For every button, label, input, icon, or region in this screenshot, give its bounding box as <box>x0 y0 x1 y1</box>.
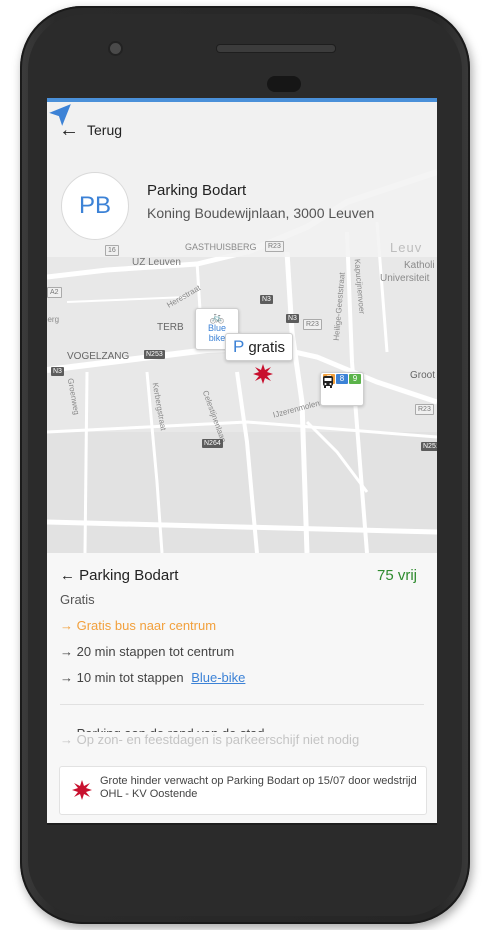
weekdays-text: → Van maandag tot en met zaterdag: <box>60 778 276 793</box>
info-title[interactable]: ← Parking Bodart <box>60 567 178 584</box>
bike-marker-line1: Blue <box>207 323 226 333</box>
map-label-leuven: Leuv <box>390 240 423 255</box>
app-screen: Leuv GASTHUISBERG UZ Leuven Herestraat K… <box>47 98 437 823</box>
free-bus-highlight: → Gratis bus naar centrum <box>60 618 217 633</box>
road-shield-n3-mid: N3 <box>286 314 299 323</box>
bike-icon: 🚲 <box>209 310 225 324</box>
map-label-terb: TERB <box>157 322 184 333</box>
info-divider <box>60 704 424 705</box>
road-shield-n251: N251 <box>421 442 437 451</box>
back-label: Terug <box>87 122 123 138</box>
edge-of-city-text: → Parking aan de rand van de stad <box>60 726 265 741</box>
parking-info-panel: ← Parking Bodart 75 vrij Gratis → Gratis… <box>47 553 437 823</box>
price-text: Gratis <box>60 592 95 607</box>
parking-avatar: PB <box>61 172 129 240</box>
disc-hours-text: parkeerschijf tussen 7 en 19 uur <box>78 804 263 819</box>
road-shield-r23-top: R23 <box>265 241 284 252</box>
map-label-berg: berg <box>47 315 60 324</box>
parking-marker[interactable]: P gratis <box>225 333 294 361</box>
road-shield-16: 16 <box>105 245 119 256</box>
proximity-sensor <box>267 76 301 92</box>
bus-line-9: 9 <box>349 374 361 384</box>
parking-initials: PB <box>78 192 111 219</box>
map-label-groot: Groot <box>410 370 436 381</box>
map-roads <box>47 102 437 553</box>
road-shield-r23-mid: R23 <box>303 319 322 330</box>
bus-stop-marker[interactable]: 7 8 9 <box>320 372 364 406</box>
blue-bike-link[interactable]: Blue-bike <box>191 670 245 685</box>
map-label-katholieke: Katholi <box>404 260 435 271</box>
screen-bottom-edge <box>47 823 437 825</box>
parking-location-starburst-icon <box>253 364 273 384</box>
walk-to-centre: → 20 min stappen tot centrum <box>60 644 235 659</box>
parking-disc-text: → Gratis met parkeerschijf voor max. 10 … <box>60 752 401 767</box>
walk-to-bike: → 10 min tot stappen Blue-bike <box>60 670 245 685</box>
map-label-universiteit: Universiteit <box>380 273 430 284</box>
parking-name: Parking Bodart <box>147 182 247 199</box>
free-spaces-count: 75 vrij <box>376 567 417 584</box>
bus-line-8: 8 <box>336 374 348 384</box>
road-shield-a2: A2 <box>47 287 62 298</box>
map-view[interactable]: Leuv GASTHUISBERG UZ Leuven Herestraat K… <box>47 102 437 553</box>
road-shield-n3-top: N3 <box>260 295 273 304</box>
navigation-arrow-icon[interactable] <box>47 102 73 128</box>
map-label-vogelzang: VOGELZANG <box>67 351 130 362</box>
earpiece-speaker <box>216 44 336 53</box>
bus-icon <box>323 376 333 388</box>
map-label-gasthuisberg: GASTHUISBERG <box>185 242 257 252</box>
road-shield-n3-left: N3 <box>51 367 64 376</box>
road-shield-r23-right: R23 <box>415 404 434 415</box>
parking-p-icon: P <box>233 337 245 356</box>
road-shield-n264: N264 <box>202 439 223 448</box>
parking-address: Koning Boudewijnlaan, 3000 Leuven <box>147 205 375 221</box>
walk-to-bike-text: → 10 min tot stappen <box>60 670 184 685</box>
map-label-uz-leuven: UZ Leuven <box>132 257 181 268</box>
front-camera <box>108 41 123 56</box>
road-shield-n253: N253 <box>144 350 165 359</box>
parking-marker-label: gratis <box>248 338 286 356</box>
